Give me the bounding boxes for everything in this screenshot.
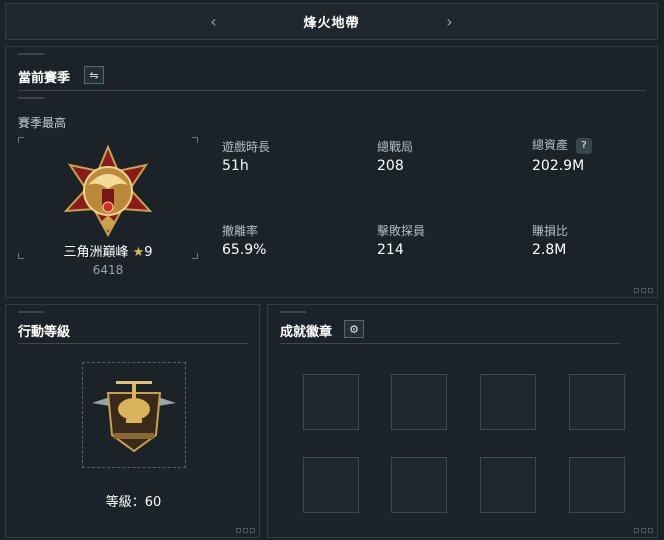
stat-extract-value: 65.9% xyxy=(222,242,267,258)
stat-assets-value: 202.9M xyxy=(532,158,585,174)
badge-slot[interactable] xyxy=(303,374,359,430)
stat-assets-label: 總資產? xyxy=(532,136,593,154)
game-mode-title: 烽火地帶 xyxy=(303,16,360,31)
stat-ratio-label: 賺損比 xyxy=(532,224,569,238)
season-best-label: 賽季最高 xyxy=(18,116,67,130)
action-level-panel: 行動等級 等級：60 xyxy=(5,304,260,538)
rank-emblem-icon xyxy=(63,145,153,237)
stat-matches-value: 208 xyxy=(377,158,404,174)
stat-playtime-value: 51h xyxy=(222,158,249,174)
rank-frame: 三角洲巔峰 ★9 xyxy=(18,137,198,260)
star-icon: ★ xyxy=(132,245,145,260)
game-mode-switcher: ‹ 烽火地帶 › xyxy=(5,3,658,40)
gear-icon[interactable]: ⚙ xyxy=(344,320,364,338)
badge-slot[interactable] xyxy=(569,374,625,430)
divider xyxy=(18,90,646,91)
helicopter-emblem-icon xyxy=(92,381,176,453)
section-title: 成就徽章 xyxy=(280,325,333,340)
achievements-panel: 成就徽章 ⚙ xyxy=(267,304,658,538)
stat-ratio-value: 2.8M xyxy=(532,242,567,258)
chevron-right-icon[interactable]: › xyxy=(440,12,460,31)
badge-slot[interactable] xyxy=(569,457,625,513)
badge-slot[interactable] xyxy=(480,374,536,430)
badge-slot[interactable] xyxy=(391,457,447,513)
current-season-panel: 當前賽季 ⇋ 賽季最高 三角洲巔峰 ★9 6418 遊戲時長 51h 總戰局 2… xyxy=(5,46,658,298)
badge-slot[interactable] xyxy=(303,457,359,513)
rank-points: 6418 xyxy=(92,263,124,277)
divider xyxy=(280,343,620,344)
section-title: 當前賽季 xyxy=(18,71,71,86)
chevron-left-icon[interactable]: ‹ xyxy=(203,12,223,31)
divider xyxy=(18,343,248,344)
badge-slot[interactable] xyxy=(391,374,447,430)
rank-name: 三角洲巔峰 ★9 xyxy=(63,245,153,260)
section-title: 行動等級 xyxy=(18,325,71,340)
badge-slot[interactable] xyxy=(480,457,536,513)
stat-matches-label: 總戰局 xyxy=(377,140,414,154)
level-frame xyxy=(82,362,186,468)
stat-kills-value: 214 xyxy=(377,242,404,258)
stat-extract-label: 撤離率 xyxy=(222,224,259,238)
help-icon[interactable]: ? xyxy=(576,137,593,154)
stat-kills-label: 擊敗探員 xyxy=(377,224,426,238)
action-level-text: 等級：60 xyxy=(105,495,162,510)
stat-playtime-label: 遊戲時長 xyxy=(222,140,271,154)
swap-icon[interactable]: ⇋ xyxy=(84,66,104,84)
